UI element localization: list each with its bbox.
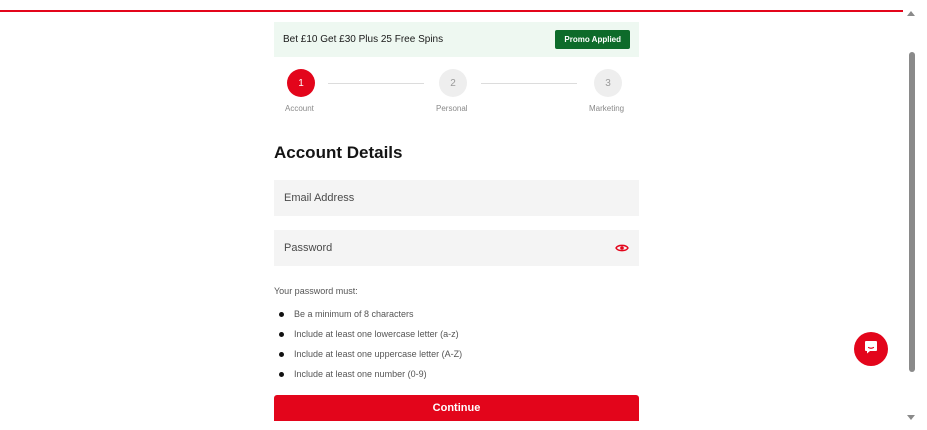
step-3-number: 3: [605, 77, 611, 89]
password-rule: Include at least one lowercase letter (a…: [274, 329, 459, 339]
promo-applied-badge: Promo Applied: [555, 30, 630, 49]
password-rule: Include at least one uppercase letter (A…: [274, 349, 462, 359]
rule-text: Include at least one uppercase letter (A…: [294, 349, 463, 359]
step-1-circle: 1: [287, 69, 315, 97]
email-field[interactable]: Email Address: [274, 180, 639, 216]
bullet-icon: [279, 331, 284, 337]
promo-text: Bet £10 Get £30 Plus 25 Free Spins: [283, 34, 444, 45]
step-2-label: Personal: [436, 104, 468, 113]
scrollbar-thumb[interactable]: [909, 52, 915, 372]
rule-text: Be a minimum of 8 characters: [294, 309, 414, 319]
step-3-label: Marketing: [589, 104, 625, 113]
password-rule: Be a minimum of 8 characters: [274, 309, 414, 319]
chat-launcher-button[interactable]: [854, 332, 888, 366]
step-2-circle: 2: [439, 69, 467, 97]
scroll-down-arrow-icon[interactable]: [907, 415, 915, 420]
rule-text: Include at least one lowercase letter (a…: [294, 329, 459, 339]
password-rules-heading: Your password must:: [274, 286, 358, 296]
password-placeholder: Password: [284, 242, 333, 254]
step-1-label: Account: [285, 104, 314, 113]
eye-icon[interactable]: [615, 241, 629, 255]
registration-form: Bet £10 Get £30 Plus 25 Free Spins Promo…: [274, 22, 639, 421]
promo-banner: Bet £10 Get £30 Plus 25 Free Spins Promo…: [274, 22, 639, 57]
step-2-number: 2: [450, 77, 456, 89]
password-field[interactable]: Password: [274, 230, 639, 266]
rule-text: Include at least one number (0-9): [294, 369, 427, 379]
bullet-icon: [279, 311, 284, 317]
step-connector: [481, 83, 577, 84]
password-rule: Include at least one number (0-9): [274, 369, 427, 379]
email-placeholder: Email Address: [284, 192, 355, 204]
page-title: Account Details: [274, 143, 403, 162]
chat-icon: [863, 339, 879, 360]
bullet-icon: [279, 371, 284, 377]
top-accent-bar: [0, 10, 903, 12]
bullet-icon: [279, 351, 284, 357]
scroll-up-arrow-icon[interactable]: [907, 11, 915, 16]
vertical-scrollbar[interactable]: [903, 0, 927, 430]
continue-button[interactable]: Continue: [274, 395, 639, 421]
step-1-number: 1: [298, 77, 304, 89]
step-connector: [328, 83, 424, 84]
step-3-circle: 3: [594, 69, 622, 97]
